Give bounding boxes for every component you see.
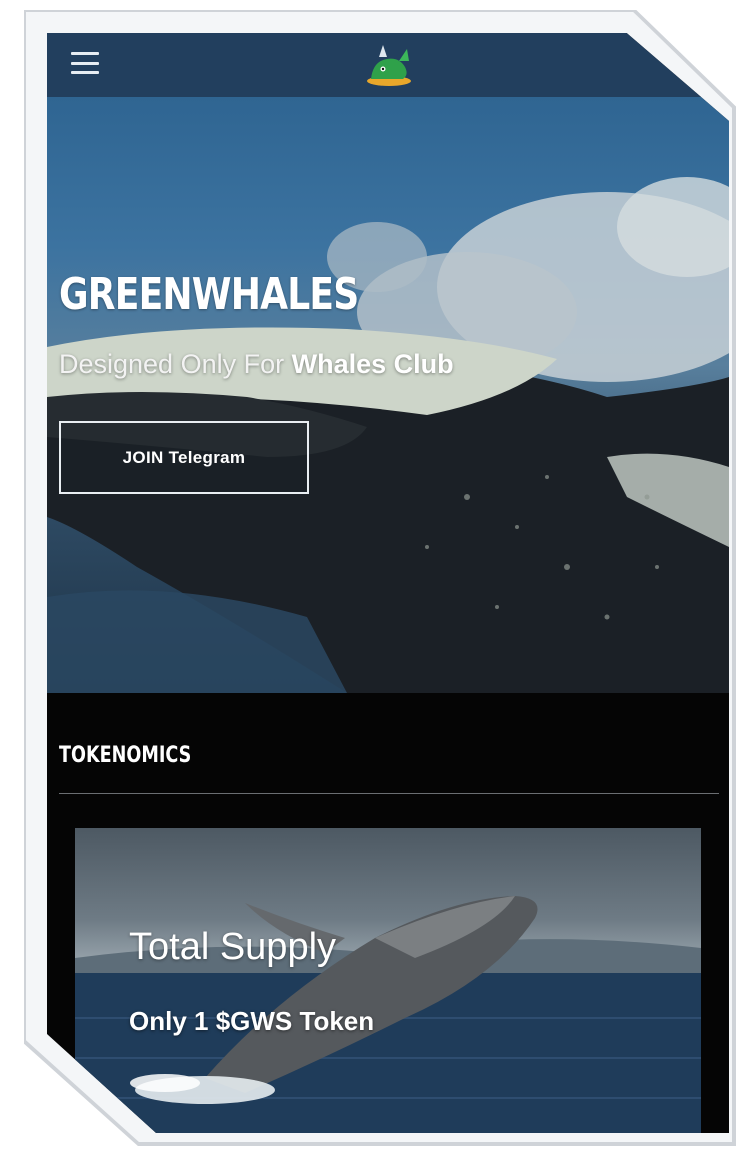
section-divider [59,793,719,794]
join-telegram-button[interactable]: JOIN Telegram [59,421,309,494]
green-whale-logo-icon[interactable] [363,39,415,89]
supply-card-value: Only 1 $GWS Token [129,1006,375,1036]
hamburger-menu-icon[interactable] [71,52,99,74]
supply-card-title: Total Supply [129,926,337,968]
breaching-whale-image [75,896,701,1133]
hero-banner: GREENWHALES Designed Only For Whales Clu… [47,97,729,693]
hero-subtitle: Designed Only For Whales Club [59,349,454,380]
hero-title: GREENWHALES [59,269,359,320]
tokenomics-heading: TOKENOMICS [59,743,192,768]
total-supply-card: Total Supply Only 1 $GWS Token [75,828,701,1133]
hero-subtitle-prefix: Designed Only For [59,349,285,379]
whale-hero-image [47,177,729,693]
mobile-screen: GREENWHALES Designed Only For Whales Clu… [47,33,729,1133]
hero-subtitle-emphasis: Whales Club [291,349,454,379]
top-navbar [47,33,729,97]
